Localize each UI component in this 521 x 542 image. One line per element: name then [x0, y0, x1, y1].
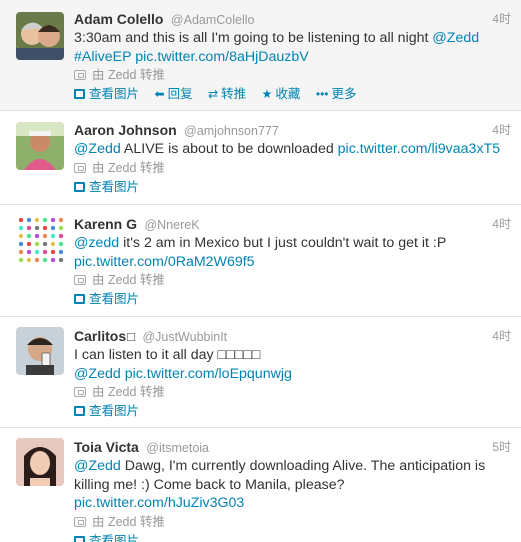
view-photo-button[interactable]: 查看图片 — [74, 532, 139, 542]
retweet-button[interactable]: ⇄ 转推 — [208, 85, 246, 103]
author-name[interactable]: Aaron Johnson — [74, 122, 177, 138]
tweet-item[interactable]: Karenn G @NnereK 4时 @zedd it's 2 am in M… — [0, 205, 521, 317]
tweet-body: I can listen to it all day □□□□□ — [74, 347, 261, 363]
flag-emoji: □ — [127, 329, 135, 344]
view-photo-label: 查看图片 — [89, 179, 140, 194]
retweet-context: 由 Zedd 转推 — [74, 160, 511, 177]
author-handle[interactable]: @NnereK — [144, 218, 199, 232]
retweet-context: 由 Zedd 转推 — [74, 67, 511, 84]
retweet-small-icon — [74, 516, 86, 527]
reply-button[interactable]: ⬅ 回复 — [155, 85, 193, 103]
view-photo-button[interactable]: 查看图片 — [74, 402, 139, 420]
mention-link[interactable]: @Zedd — [432, 30, 479, 46]
mention-link[interactable]: @Zedd — [74, 366, 121, 382]
view-photo-button[interactable]: 查看图片 — [74, 178, 139, 196]
mention-link[interactable]: @Zedd — [74, 458, 121, 474]
tweet-timeline: Adam Colello @AdamColello 4时 3:30am and … — [0, 0, 521, 542]
retweeted-by-label[interactable]: 由 Zedd 转推 — [92, 385, 165, 399]
ellipsis-icon: ••• — [315, 87, 329, 101]
media-link[interactable]: pic.twitter.com/0RaM2W69f5 — [74, 254, 255, 270]
view-photo-label: 查看图片 — [89, 87, 140, 101]
avatar[interactable] — [16, 215, 64, 263]
tweet-timestamp[interactable]: 4时 — [492, 10, 511, 28]
author-handle[interactable]: @amjohnson777 — [184, 124, 279, 138]
avatar[interactable] — [16, 438, 64, 486]
avatar[interactable] — [16, 122, 64, 170]
tweet-body: 3:30am and this is all I'm going to be l… — [74, 30, 433, 46]
retweeted-by-label[interactable]: 由 Zedd 转推 — [92, 515, 165, 529]
tweet-timestamp[interactable]: 5时 — [492, 438, 511, 456]
avatar[interactable] — [16, 12, 64, 60]
retweet-small-icon — [74, 387, 86, 397]
tweet-actions: 查看图片 — [74, 402, 511, 420]
photo-icon — [74, 294, 85, 304]
author-handle[interactable]: @JustWubbinIt — [142, 330, 227, 344]
photo-icon — [74, 406, 85, 416]
tweet-text: @zedd it's 2 am in Mexico but I just cou… — [74, 234, 511, 271]
reply-label: 回复 — [167, 87, 193, 101]
retweeted-by-label[interactable]: 由 Zedd 转推 — [92, 273, 165, 287]
view-photo-label: 查看图片 — [89, 404, 140, 418]
retweet-small-icon — [74, 162, 86, 173]
photo-icon — [74, 89, 85, 99]
tweet-body: it's 2 am in Mexico but I just couldn't … — [119, 235, 447, 251]
photo-icon — [74, 535, 85, 542]
retweet-context: 由 Zedd 转推 — [74, 384, 511, 401]
tweet-text: I can listen to it all day □□□□□ @Zedd p… — [74, 346, 511, 383]
retweet-small-icon — [74, 70, 86, 80]
view-photo-label: 查看图片 — [89, 533, 140, 542]
media-link[interactable]: pic.twitter.com/8aHjDauzbV — [135, 49, 308, 65]
retweeted-by-label[interactable]: 由 Zedd 转推 — [92, 161, 165, 175]
tweet-actions: 查看图片 — [74, 290, 511, 308]
retweet-context: 由 Zedd 转推 — [74, 514, 511, 531]
star-icon: ★ — [261, 87, 273, 101]
more-label: 更多 — [331, 87, 357, 101]
tweet-actions: 查看图片 — [74, 178, 511, 196]
media-link[interactable]: pic.twitter.com/li9vaa3xT5 — [338, 141, 500, 157]
tweet-body: Dawg, I'm currently downloading Alive. T… — [74, 458, 486, 493]
tweet-body: ALIVE is about to be downloaded — [120, 141, 338, 157]
view-photo-label: 查看图片 — [89, 292, 140, 306]
media-link[interactable]: pic.twitter.com/hJuZiv3G03 — [74, 495, 244, 511]
retweet-arrows-icon: ⇄ — [208, 87, 219, 101]
tweet-timestamp[interactable]: 4时 — [492, 215, 511, 233]
retweet-small-icon — [74, 275, 86, 285]
tweet-actions: 查看图片 ⬅ 回复 ⇄ 转推 ★ 收藏 ••• 更多 — [74, 85, 511, 103]
author-name[interactable]: Karenn G — [74, 216, 137, 232]
tweet-actions: 查看图片 — [74, 532, 511, 542]
avatar[interactable] — [16, 327, 64, 375]
view-photo-button[interactable]: 查看图片 — [74, 290, 139, 308]
favorite-button[interactable]: ★ 收藏 — [262, 85, 301, 103]
photo-icon — [74, 181, 85, 192]
media-link[interactable]: pic.twitter.com/loEpqunwjg — [125, 366, 292, 382]
favorite-label: 收藏 — [275, 87, 301, 101]
author-name[interactable]: Carlitos — [74, 328, 126, 344]
tweet-timestamp[interactable]: 4时 — [492, 327, 511, 345]
retweeted-by-label[interactable]: 由 Zedd 转推 — [92, 68, 165, 82]
tweet-item[interactable]: Aaron Johnson @amjohnson777 4时 @Zedd ALI… — [0, 111, 521, 205]
mention-link[interactable]: @Zedd — [74, 141, 121, 157]
tweet-item[interactable]: Adam Colello @AdamColello 4时 3:30am and … — [0, 0, 521, 111]
author-name[interactable]: Adam Colello — [74, 11, 163, 27]
tweet-text: @Zedd ALIVE is about to be downloaded pi… — [74, 140, 511, 159]
reply-arrow-icon: ⬅ — [154, 87, 165, 101]
mention-link[interactable]: @zedd — [74, 235, 119, 251]
tweet-item[interactable]: Toia Victa @itsmetoia 5时 @Zedd Dawg, I'm… — [0, 428, 521, 542]
more-button[interactable]: ••• 更多 — [316, 85, 357, 103]
tweet-item[interactable]: Carlitos□ @JustWubbinIt 4时 I can listen … — [0, 317, 521, 428]
view-photo-button[interactable]: 查看图片 — [74, 85, 139, 103]
retweet-label: 转推 — [221, 87, 247, 101]
retweet-context: 由 Zedd 转推 — [74, 272, 511, 289]
tweet-text: @Zedd Dawg, I'm currently downloading Al… — [74, 457, 511, 513]
author-name[interactable]: Toia Victa — [74, 439, 139, 455]
author-handle[interactable]: @itsmetoia — [146, 441, 209, 455]
tweet-timestamp[interactable]: 4时 — [492, 121, 511, 139]
hashtag-link[interactable]: #AliveEP — [74, 49, 131, 65]
tweet-text: 3:30am and this is all I'm going to be l… — [74, 29, 511, 66]
author-handle[interactable]: @AdamColello — [171, 13, 255, 27]
